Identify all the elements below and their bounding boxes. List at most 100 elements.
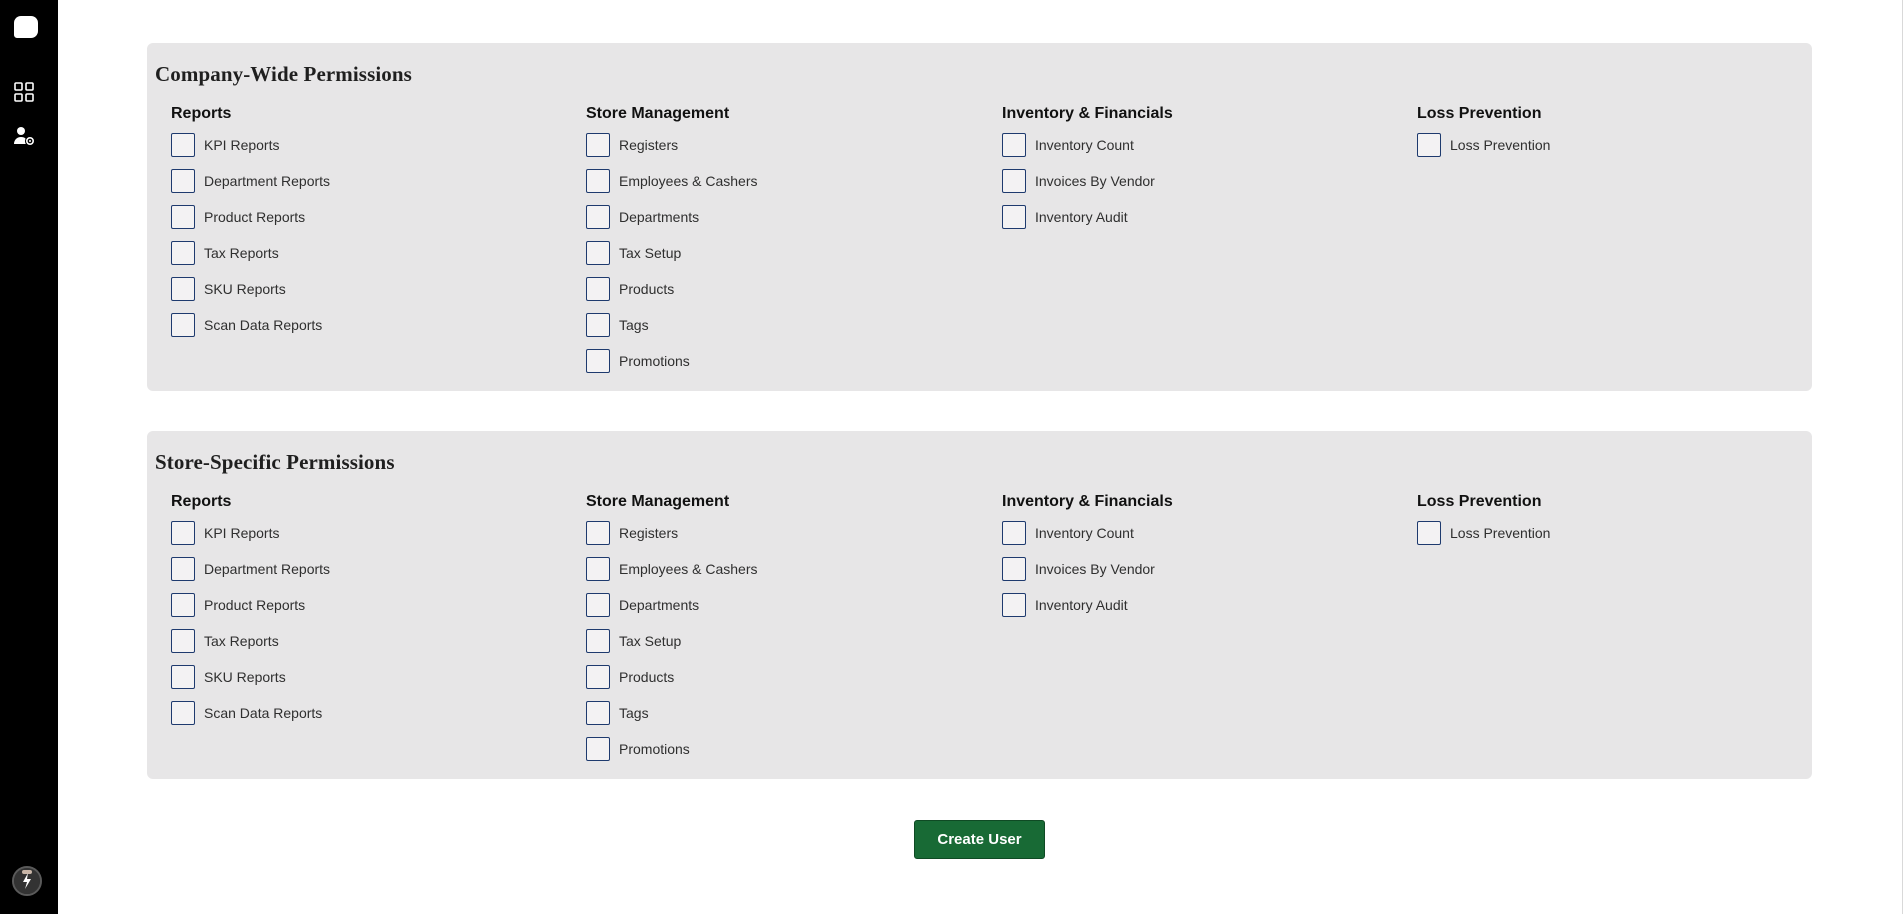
dashboard-icon[interactable] — [12, 80, 36, 104]
option-label: Departments — [619, 209, 700, 225]
checkbox[interactable] — [171, 133, 195, 157]
permission-option[interactable]: Inventory Audit — [1002, 199, 1173, 235]
checkbox[interactable] — [171, 665, 195, 689]
checkbox[interactable] — [1002, 557, 1026, 581]
option-label: SKU Reports — [204, 281, 286, 297]
checkbox[interactable] — [171, 557, 195, 581]
option-label: Products — [619, 281, 675, 297]
permission-option[interactable]: Department Reports — [171, 551, 330, 587]
logo-icon[interactable] — [14, 16, 38, 38]
column-inventory-financials: Inventory & Financials Inventory Count I… — [1002, 105, 1173, 235]
option-label: Loss Prevention — [1450, 525, 1551, 541]
option-label: Scan Data Reports — [204, 317, 323, 333]
checkbox[interactable] — [586, 737, 610, 761]
option-label: Tax Setup — [619, 245, 682, 261]
checkbox[interactable] — [1417, 521, 1441, 545]
permission-option[interactable]: Products — [586, 659, 758, 695]
permission-option[interactable]: Scan Data Reports — [171, 307, 330, 343]
permission-option[interactable]: Scan Data Reports — [171, 695, 330, 731]
checkbox[interactable] — [586, 593, 610, 617]
option-label: Tags — [619, 705, 649, 721]
option-label: KPI Reports — [204, 137, 280, 153]
option-label: Departments — [619, 597, 700, 613]
checkbox[interactable] — [171, 277, 195, 301]
column-title: Reports — [171, 493, 232, 510]
column-loss-prevention: Loss Prevention Loss Prevention — [1417, 105, 1550, 163]
checkbox[interactable] — [171, 205, 195, 229]
checkbox[interactable] — [171, 521, 195, 545]
checkbox[interactable] — [1002, 169, 1026, 193]
checkbox[interactable] — [1002, 205, 1026, 229]
option-label: Scan Data Reports — [204, 705, 323, 721]
permission-option[interactable]: Inventory Count — [1002, 515, 1173, 551]
checkbox[interactable] — [171, 241, 195, 265]
permission-option[interactable]: Tags — [586, 695, 758, 731]
permission-option[interactable]: Registers — [586, 127, 758, 163]
permission-option[interactable]: Invoices By Vendor — [1002, 551, 1173, 587]
main-content: Company-Wide Permissions Reports KPI Rep… — [58, 0, 1903, 914]
option-label: Inventory Count — [1035, 137, 1134, 153]
column-loss-prevention: Loss Prevention Loss Prevention — [1417, 493, 1550, 551]
store-specific-permissions-panel: Store-Specific Permissions Reports KPI R… — [147, 431, 1812, 779]
section-title: Company-Wide Permissions — [155, 62, 412, 86]
option-label: Invoices By Vendor — [1035, 173, 1155, 189]
permission-option[interactable]: Invoices By Vendor — [1002, 163, 1173, 199]
checkbox[interactable] — [586, 133, 610, 157]
checkbox[interactable] — [586, 521, 610, 545]
permission-option[interactable]: Tax Reports — [171, 235, 330, 271]
checkbox[interactable] — [586, 205, 610, 229]
permission-option[interactable]: SKU Reports — [171, 659, 330, 695]
checkbox[interactable] — [171, 593, 195, 617]
option-label: Registers — [619, 137, 679, 153]
permission-option[interactable]: Tax Setup — [586, 623, 758, 659]
permission-option[interactable]: Promotions — [586, 343, 758, 379]
permission-option[interactable]: SKU Reports — [171, 271, 330, 307]
checkbox[interactable] — [171, 313, 195, 337]
checkbox[interactable] — [586, 313, 610, 337]
avatar[interactable] — [12, 866, 42, 896]
checkbox[interactable] — [586, 665, 610, 689]
permission-option[interactable]: Tags — [586, 307, 758, 343]
checkbox[interactable] — [1002, 133, 1026, 157]
column-title: Inventory & Financials — [1002, 105, 1173, 122]
option-label: Employees & Cashers — [619, 173, 758, 189]
avatar-icon — [14, 868, 40, 894]
permission-option[interactable]: Employees & Cashers — [586, 163, 758, 199]
permission-option[interactable]: Departments — [586, 199, 758, 235]
permission-option[interactable]: Tax Setup — [586, 235, 758, 271]
option-label: Promotions — [619, 741, 690, 757]
checkbox[interactable] — [171, 169, 195, 193]
checkbox[interactable] — [171, 629, 195, 653]
checkbox[interactable] — [1417, 133, 1441, 157]
checkbox[interactable] — [586, 349, 610, 373]
permission-option[interactable]: Department Reports — [171, 163, 330, 199]
column-title: Loss Prevention — [1417, 105, 1542, 122]
permission-option[interactable]: Product Reports — [171, 587, 330, 623]
permission-option[interactable]: Loss Prevention — [1417, 515, 1550, 551]
permission-option[interactable]: Inventory Count — [1002, 127, 1173, 163]
option-label: Department Reports — [204, 561, 331, 577]
permission-option[interactable]: Inventory Audit — [1002, 587, 1173, 623]
checkbox[interactable] — [586, 701, 610, 725]
checkbox[interactable] — [586, 169, 610, 193]
permission-option[interactable]: Departments — [586, 587, 758, 623]
permission-option[interactable]: Employees & Cashers — [586, 551, 758, 587]
create-user-button[interactable]: Create User — [914, 820, 1045, 859]
user-settings-icon[interactable] — [12, 124, 36, 148]
checkbox[interactable] — [586, 277, 610, 301]
checkbox[interactable] — [586, 557, 610, 581]
permission-option[interactable]: Tax Reports — [171, 623, 330, 659]
permission-option[interactable]: Promotions — [586, 731, 758, 767]
checkbox[interactable] — [586, 629, 610, 653]
permission-option[interactable]: Loss Prevention — [1417, 127, 1550, 163]
permission-option[interactable]: Products — [586, 271, 758, 307]
checkbox[interactable] — [1002, 593, 1026, 617]
permission-option[interactable]: Product Reports — [171, 199, 330, 235]
checkbox[interactable] — [1002, 521, 1026, 545]
permission-option[interactable]: Registers — [586, 515, 758, 551]
permission-option[interactable]: KPI Reports — [171, 515, 330, 551]
permission-option[interactable]: KPI Reports — [171, 127, 330, 163]
column-title: Store Management — [586, 105, 730, 122]
checkbox[interactable] — [586, 241, 610, 265]
checkbox[interactable] — [171, 701, 195, 725]
